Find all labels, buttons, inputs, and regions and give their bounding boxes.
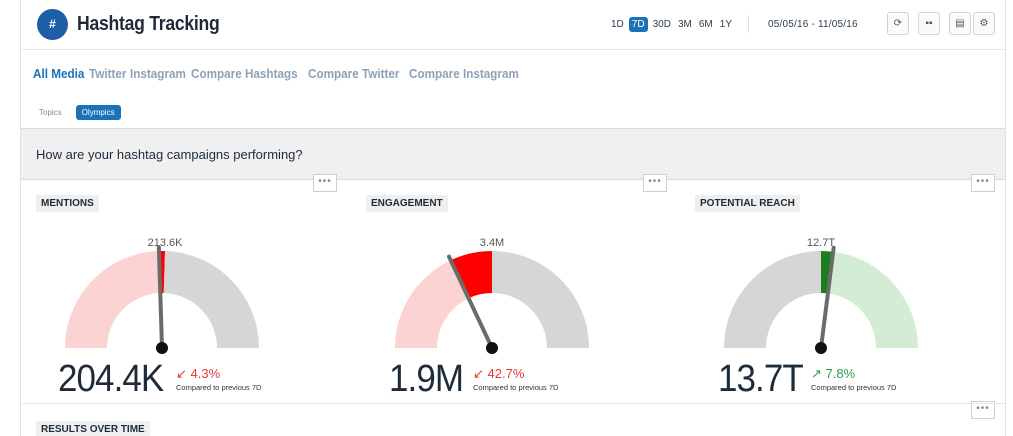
header: # Hashtag Tracking 1D 7D 30D 3M 6M 1Y 05… (21, 0, 1005, 50)
arrow-down-icon: ↙ (473, 366, 484, 381)
date-range-picker[interactable]: 05/05/16 - 11/05/16 (768, 19, 858, 30)
gauge-rest-arc (163, 251, 259, 348)
gauge-previous-label: 12.7T (807, 237, 835, 249)
engagement-delta: ↙ 42.7% (473, 366, 524, 382)
range-6m[interactable]: 6M (697, 17, 715, 32)
nav-twitter[interactable]: Twitter (89, 66, 126, 81)
chip-topics[interactable]: Topics (39, 108, 62, 117)
gauge-fill-arc (827, 251, 918, 348)
engagement-delta-value: 42.7% (487, 366, 525, 381)
reach-delta: ↗ 7.8% (811, 366, 855, 382)
grid-icon: ▪▪ (925, 18, 933, 29)
settings-button[interactable]: ⚙ (973, 12, 995, 35)
reach-title: POTENTIAL REACH (695, 195, 800, 212)
engagement-compare-label: Compared to previous 7D (473, 383, 559, 392)
range-30d[interactable]: 30D (651, 17, 673, 32)
media-nav: All Media Twitter Instagram Compare Hash… (33, 66, 523, 81)
range-3m[interactable]: 3M (676, 17, 694, 32)
page-title: Hashtag Tracking (77, 13, 220, 35)
mentions-delta-value: 4.3% (190, 366, 221, 381)
settings-icon: ⚙ (979, 18, 989, 29)
nav-compare-instagram[interactable]: Compare Instagram (409, 66, 519, 81)
nav-instagram[interactable]: Instagram (130, 66, 186, 81)
refresh-icon: ⟳ (893, 18, 903, 29)
dashboard-frame: # Hashtag Tracking 1D 7D 30D 3M 6M 1Y 05… (20, 0, 1006, 436)
gauge-previous-label: 3.4M (480, 237, 504, 249)
chip-olympics[interactable]: Olympics (75, 105, 121, 120)
range-7d[interactable]: 7D (628, 17, 648, 32)
question-band: How are your hashtag campaigns performin… (21, 128, 1005, 180)
mentions-more-button[interactable]: ••• (313, 174, 337, 192)
arrow-down-icon: ↙ (176, 366, 187, 381)
export-icon: ▤ (955, 18, 965, 29)
nav-compare-hashtags[interactable]: Compare Hashtags (191, 66, 298, 81)
hashtag-logo-icon: # (37, 9, 68, 40)
engagement-more-button[interactable]: ••• (643, 174, 667, 192)
mentions-delta: ↙ 4.3% (176, 366, 220, 382)
layout-button[interactable]: ▪▪ (918, 12, 940, 35)
range-selector: 1D 7D 30D 3M 6M 1Y (609, 17, 734, 32)
results-over-time-title: RESULTS OVER TIME (36, 421, 150, 436)
arrow-up-icon: ↗ (811, 366, 822, 381)
export-button[interactable]: ▤ (949, 12, 971, 35)
reach-delta-value: 7.8% (825, 366, 856, 381)
gauge-rest-arc (492, 251, 589, 348)
section-question: How are your hashtag campaigns performin… (36, 147, 303, 162)
reach-value: 13.7T (718, 358, 804, 400)
range-1y[interactable]: 1Y (718, 17, 734, 32)
divider (21, 403, 1005, 404)
gauge-pivot (156, 342, 168, 354)
engagement-value: 1.9M (389, 358, 464, 400)
mentions-value: 204.4K (58, 358, 164, 400)
nav-compare-twitter[interactable]: Compare Twitter (308, 66, 399, 81)
gauge-rest-arc (724, 251, 821, 348)
topic-chips: Topics Olympics (39, 105, 121, 120)
mentions-compare-label: Compared to previous 7D (176, 383, 262, 392)
reach-more-button[interactable]: ••• (971, 174, 995, 192)
nav-all-media[interactable]: All Media (33, 66, 84, 81)
mentions-title: MENTIONS (36, 195, 99, 212)
reach-compare-label: Compared to previous 7D (811, 383, 897, 392)
refresh-button[interactable]: ⟳ (887, 12, 909, 35)
gauge-fill-arc (65, 251, 161, 348)
range-1d[interactable]: 1D (609, 17, 626, 32)
gauge-pivot (486, 342, 498, 354)
engagement-title: ENGAGEMENT (366, 195, 448, 212)
gauge-pivot (815, 342, 827, 354)
divider (748, 15, 749, 33)
gauge-previous-label: 213.6K (148, 237, 184, 249)
